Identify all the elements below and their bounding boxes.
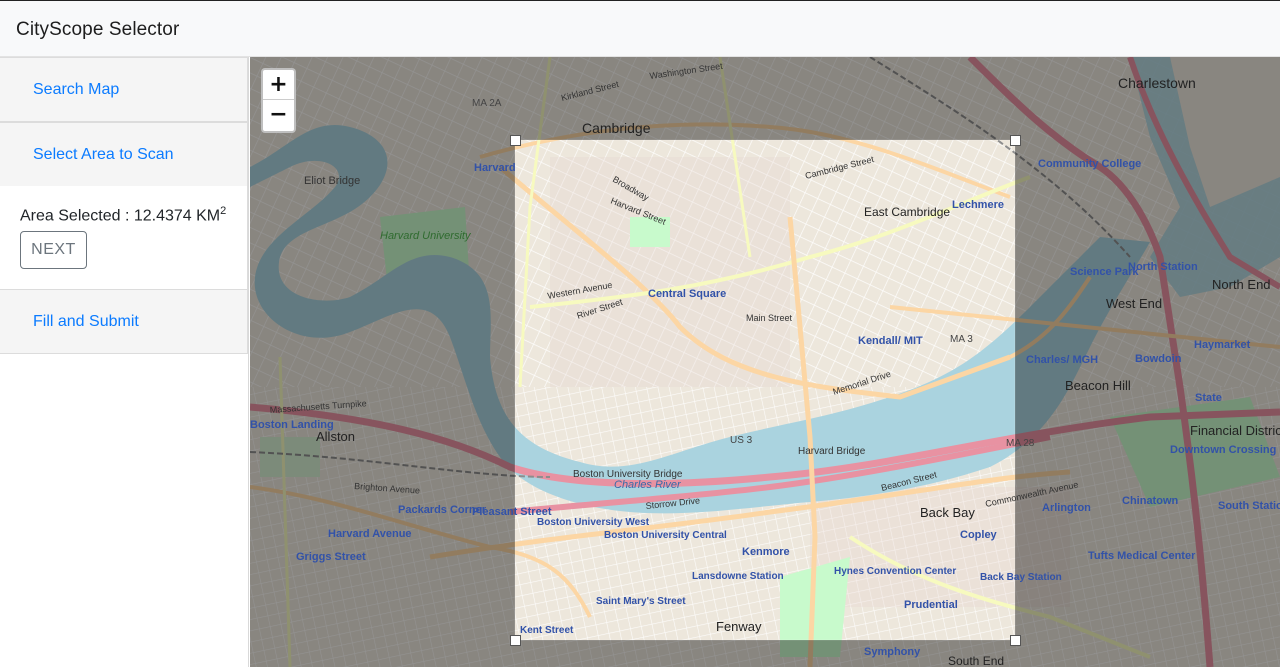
label-ma2a: MA 2A (472, 98, 502, 109)
fill-submit-link[interactable]: Fill and Submit (0, 290, 247, 353)
label-central-square: Central Square (648, 288, 726, 300)
label-downtown-crossing: Downtown Crossing (1170, 444, 1276, 456)
label-us3: US 3 (730, 435, 753, 446)
area-selected-value: Area Selected : 12.4374 KM (20, 207, 221, 225)
label-boston-university-west: Boston University West (537, 517, 650, 528)
label-harvard-avenue: Harvard Avenue (328, 528, 412, 540)
label-tufts-medical: Tufts Medical Center (1088, 550, 1196, 562)
label-chinatown: Chinatown (1122, 495, 1178, 507)
label-charlestown: Charlestown (1118, 75, 1196, 91)
label-arlington: Arlington (1042, 502, 1091, 514)
resize-handle-bottom-right[interactable] (1010, 635, 1021, 646)
label-eliot-bridge: Eliot Bridge (304, 175, 360, 187)
label-financial-district: Financial District (1190, 423, 1280, 438)
label-harvard-bridge: Harvard Bridge (798, 446, 866, 457)
area-unit-exponent: 2 (220, 205, 227, 217)
sidebar: Search Map Select Area to Scan Area Sele… (0, 57, 249, 667)
label-boston-university-central: Boston University Central (604, 530, 727, 541)
label-main-street: Main Street (746, 313, 793, 323)
label-kendall-mit: Kendall/ MIT (858, 335, 923, 347)
label-bowdoin: Bowdoin (1135, 353, 1182, 365)
label-west-end: West End (1106, 296, 1162, 311)
accordion-select-area: Select Area to Scan Area Selected : 12.4… (0, 122, 248, 291)
label-ma3: MA 3 (950, 334, 973, 345)
label-boston-landing: Boston Landing (250, 419, 334, 431)
map-view[interactable]: Cambridge Charlestown Harvard University… (250, 57, 1280, 667)
search-map-link[interactable]: Search Map (0, 58, 247, 121)
accordion-search-map: Search Map (0, 57, 248, 122)
label-fenway: Fenway (716, 619, 762, 634)
label-haymarket: Haymarket (1194, 339, 1251, 351)
label-ma28: MA 28 (1006, 438, 1035, 449)
label-hynes: Hynes Convention Center (834, 566, 956, 577)
label-kenmore: Kenmore (742, 546, 790, 558)
zoom-control: + − (261, 68, 296, 133)
zoom-out-button[interactable]: − (263, 100, 294, 130)
label-harvard: Harvard (474, 162, 516, 174)
label-science-park: Science Park (1070, 266, 1139, 278)
area-selected-text: Area Selected : 12.4374 KM2 (20, 205, 227, 225)
label-allston: Allston (316, 429, 355, 444)
label-south-station: South Station (1218, 500, 1280, 512)
label-charles-mgh: Charles/ MGH (1026, 354, 1098, 366)
label-north-end: North End (1212, 277, 1271, 292)
resize-handle-top-right[interactable] (1010, 135, 1021, 146)
accordion-fill-submit: Fill and Submit (0, 289, 248, 354)
label-beacon-hill: Beacon Hill (1065, 378, 1131, 393)
label-state: State (1195, 392, 1222, 404)
label-harvard-university: Harvard University (380, 230, 472, 242)
label-symphony: Symphony (864, 646, 921, 658)
resize-handle-top-left[interactable] (510, 135, 521, 146)
label-lansdowne: Lansdowne Station (692, 571, 784, 582)
label-griggs-street: Griggs Street (296, 551, 366, 563)
label-back-bay: Back Bay (920, 505, 975, 520)
label-cambridge: Cambridge (582, 120, 651, 136)
label-back-bay-station: Back Bay Station (980, 572, 1062, 583)
map-tiles: Cambridge Charlestown Harvard University… (250, 57, 1280, 667)
next-button[interactable]: NEXT (20, 231, 87, 270)
label-copley: Copley (960, 529, 998, 541)
label-charles-river: Charles River (614, 479, 682, 491)
zoom-in-button[interactable]: + (263, 70, 294, 100)
app-title: CityScope Selector (16, 19, 180, 40)
top-navbar: CityScope Selector (0, 0, 1280, 57)
label-kent-street: Kent Street (520, 625, 574, 636)
label-east-cambridge: East Cambridge (864, 205, 950, 219)
label-st-marys: Saint Mary's Street (596, 596, 686, 607)
select-area-link[interactable]: Select Area to Scan (0, 123, 247, 186)
label-south-end: South End (948, 654, 1004, 667)
resize-handle-bottom-left[interactable] (510, 635, 521, 646)
label-lechmere: Lechmere (952, 199, 1004, 211)
label-prudential: Prudential (904, 599, 958, 611)
label-community-college: Community College (1038, 158, 1141, 170)
select-area-body: Area Selected : 12.4374 KM2 NEXT (0, 186, 247, 290)
